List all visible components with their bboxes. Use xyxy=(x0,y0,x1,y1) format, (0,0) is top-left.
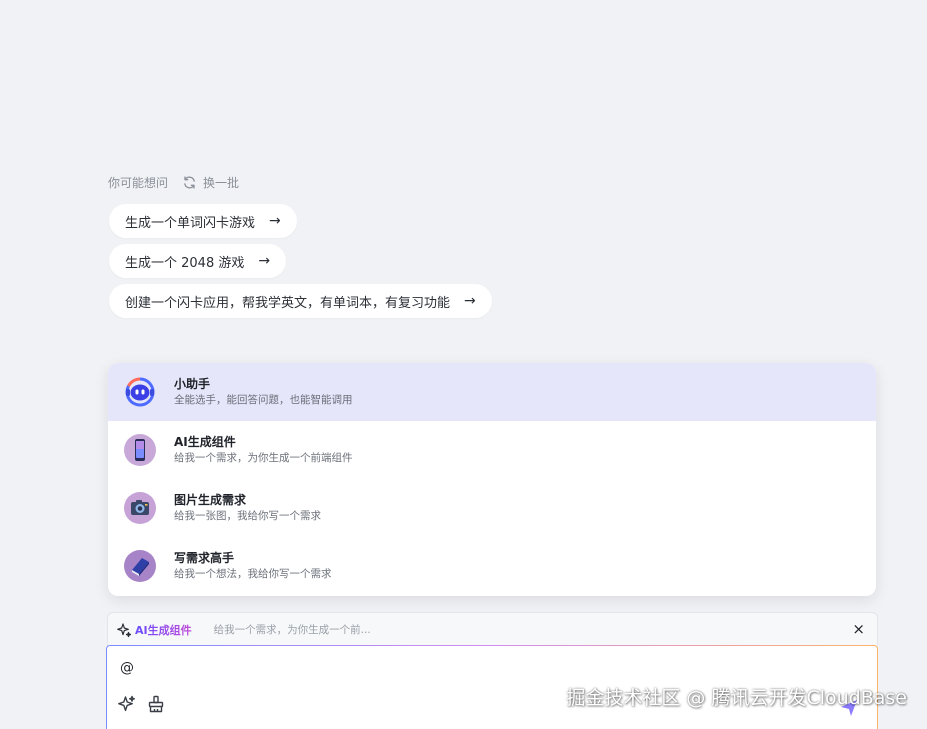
agent-item-image-requirement[interactable]: 图片生成需求 给我一张图，我给你写一个需求 xyxy=(108,479,876,537)
agent-item-assistant[interactable]: 小助手 全能选手，能回答问题，也能智能调用 xyxy=(108,363,876,421)
agent-item-requirement-writer[interactable]: 写需求高手 给我一个想法，我给你写一个需求 xyxy=(108,537,876,595)
agent-dropdown: 小助手 全能选手，能回答问题，也能智能调用 AI生成组件 给我一个需求，为你生成… xyxy=(108,363,876,596)
refresh-icon xyxy=(184,176,195,189)
chat-input[interactable]: @ xyxy=(120,660,134,676)
arrow-right-icon: → xyxy=(269,213,281,229)
suggestion-text: 生成一个 2048 游戏 xyxy=(125,255,245,271)
agent-item-ai-component[interactable]: AI生成组件 给我一个需求，为你生成一个前端组件 xyxy=(108,421,876,479)
suggestions-hint: 你可能想问 xyxy=(108,176,169,190)
agent-desc: 给我一张图，我给你写一个需求 xyxy=(174,510,321,522)
selected-agent-bar: AI生成组件 给我一个需求，为你生成一个前... × xyxy=(107,612,878,646)
camera-icon xyxy=(124,492,156,524)
close-icon[interactable]: × xyxy=(852,620,865,638)
watermark: 掘金技术社区 @ 腾讯云开发CloudBase xyxy=(566,687,907,709)
robot-icon xyxy=(124,376,156,408)
suggestions-header: 你可能想问 换一批 xyxy=(108,174,239,191)
agent-desc: 给我一个想法，我给你写一个需求 xyxy=(174,568,332,580)
arrow-right-icon: → xyxy=(464,293,476,309)
arrow-right-icon: → xyxy=(258,253,271,269)
suggestion-chip[interactable]: 生成一个 2048 游戏 → xyxy=(109,244,287,278)
sparkle-icon xyxy=(117,622,132,637)
phone-icon xyxy=(124,434,156,466)
selected-agent-name: AI生成组件 xyxy=(135,623,192,637)
suggestion-chip[interactable]: 创建一个闪卡应用，帮我学英文，有单词本，有复习功能 → xyxy=(109,284,492,318)
book-icon xyxy=(124,550,156,582)
agent-desc: 给我一个需求，为你生成一个前端组件 xyxy=(174,452,353,464)
refresh-label: 换一批 xyxy=(203,176,240,190)
agent-name: 写需求高手 xyxy=(174,551,235,565)
agent-desc: 全能选手，能回答问题，也能智能调用 xyxy=(174,394,353,406)
agent-name: 小助手 xyxy=(174,377,211,391)
sparkle-icon[interactable] xyxy=(117,694,137,714)
suggestion-chip[interactable]: 生成一个单词闪卡游戏 → xyxy=(109,204,297,238)
brush-icon[interactable] xyxy=(146,694,166,714)
selected-agent-desc: 给我一个需求，为你生成一个前... xyxy=(213,624,371,636)
agent-name: 图片生成需求 xyxy=(174,493,247,507)
refresh-button[interactable]: 换一批 xyxy=(182,174,239,191)
suggestion-text: 创建一个闪卡应用，帮我学英文，有单词本，有复习功能 xyxy=(125,295,451,311)
suggestion-text: 生成一个单词闪卡游戏 xyxy=(125,215,256,231)
agent-name: AI生成组件 xyxy=(174,435,236,449)
page: 你可能想问 换一批 生成一个单词闪卡游戏 → 生成一个 2048 游戏 → 创建… xyxy=(0,0,927,729)
